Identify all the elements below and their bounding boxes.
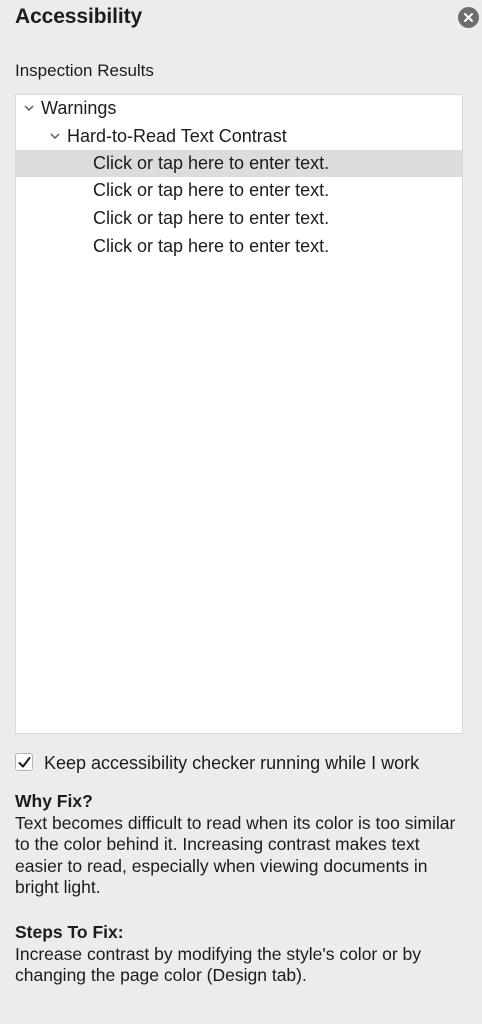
- pane-title: Accessibility: [15, 5, 143, 28]
- keep-running-option: Keep accessibility checker running while…: [15, 751, 475, 775]
- tree-item-label: Click or tap here to enter text.: [93, 208, 330, 228]
- tree-item[interactable]: Click or tap here to enter text.: [16, 150, 462, 177]
- why-fix-heading: Why Fix?: [15, 791, 93, 811]
- steps-to-fix-body: Increase contrast by modifying the style…: [15, 943, 422, 986]
- inspection-results-label: Inspection Results: [15, 61, 154, 80]
- close-icon[interactable]: [458, 7, 479, 28]
- inspection-results-tree[interactable]: Warnings Hard-to-Read Text Contrast Clic…: [15, 94, 463, 734]
- steps-to-fix-heading: Steps To Fix:: [15, 922, 124, 942]
- keep-running-label[interactable]: Keep accessibility checker running while…: [44, 751, 419, 775]
- tree-item-label: Click or tap here to enter text.: [93, 180, 330, 200]
- tree-node-warnings[interactable]: Warnings: [16, 95, 462, 122]
- tree-node-issue[interactable]: Hard-to-Read Text Contrast: [16, 123, 462, 150]
- tree-node-label: Hard-to-Read Text Contrast: [67, 126, 287, 146]
- keep-running-checkbox[interactable]: [15, 753, 33, 771]
- tree-node-label: Warnings: [41, 98, 117, 118]
- checkmark-icon: [18, 757, 31, 768]
- tree-item[interactable]: Click or tap here to enter text.: [16, 205, 462, 232]
- chevron-down-icon[interactable]: [24, 104, 34, 112]
- why-fix-body: Text becomes difficult to read when its …: [15, 812, 456, 898]
- chevron-down-icon[interactable]: [50, 132, 60, 140]
- why-fix-section: Why Fix? Text becomes difficult to read …: [15, 791, 467, 899]
- tree-item-label: Click or tap here to enter text.: [93, 153, 330, 173]
- pane-header: Accessibility: [0, 0, 482, 36]
- tree-item-label: Click or tap here to enter text.: [93, 236, 330, 256]
- steps-to-fix-section: Steps To Fix: Increase contrast by modif…: [15, 922, 467, 987]
- tree-item[interactable]: Click or tap here to enter text.: [16, 177, 462, 204]
- tree-item[interactable]: Click or tap here to enter text.: [16, 233, 462, 260]
